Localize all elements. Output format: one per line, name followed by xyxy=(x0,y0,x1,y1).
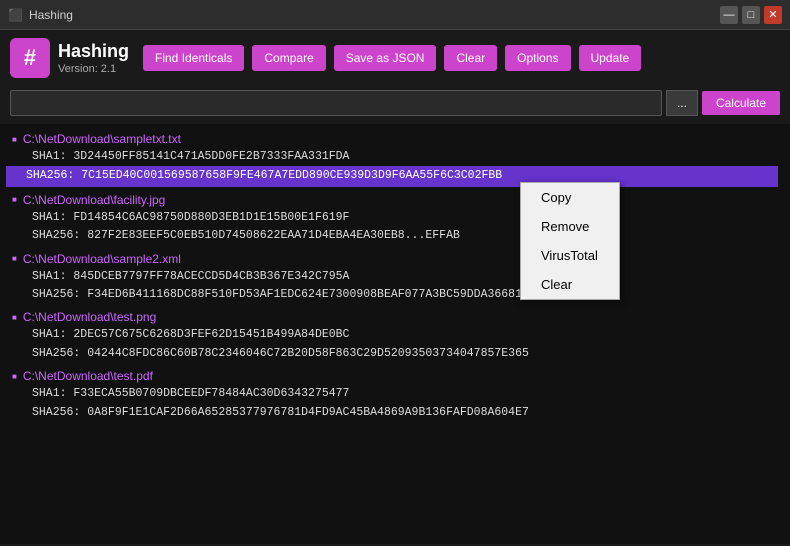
close-button[interactable]: ✕ xyxy=(764,6,782,24)
maximize-button[interactable]: □ xyxy=(742,6,760,24)
context-menu-copy[interactable]: Copy xyxy=(521,183,619,212)
update-button[interactable]: Update xyxy=(579,45,642,71)
browse-button[interactable]: ... xyxy=(666,90,698,116)
logo-area: # Hashing Version: 2.1 xyxy=(10,38,129,78)
clear-button[interactable]: Clear xyxy=(444,45,497,71)
file-path-0: C:\NetDownload\sampletxt.txt xyxy=(12,132,778,146)
sha256-0[interactable]: SHA256: 7C15ED40C001569587658F9FE467A7ED… xyxy=(6,166,778,186)
header: # Hashing Version: 2.1 Find Identicals C… xyxy=(0,30,790,86)
file-path-3: C:\NetDownload\test.png xyxy=(12,310,778,324)
file-path-2: C:\NetDownload\sample2.xml xyxy=(12,252,778,266)
sha256-1: SHA256: 827F2E83EEF5C0EB510D74508622EAA7… xyxy=(12,227,778,245)
context-menu-virustotal[interactable]: VirusTotal xyxy=(521,241,619,270)
options-button[interactable]: Options xyxy=(505,45,570,71)
sha1-0: SHA1: 3D24450FF85141C471A5DD0FE2B7333FAA… xyxy=(12,148,778,166)
find-identicals-button[interactable]: Find Identicals xyxy=(143,45,244,71)
content-area: C:\NetDownload\sampletxt.txt SHA1: 3D244… xyxy=(0,124,790,544)
calculate-button[interactable]: Calculate xyxy=(702,91,780,115)
app-info: Hashing Version: 2.1 xyxy=(58,41,129,75)
title-bar-controls: — □ ✕ xyxy=(720,6,782,24)
sha1-2: SHA1: 845DCEB7797FF78ACECCD5D4CB3B367E34… xyxy=(12,268,778,286)
title-bar-title: ⬛ Hashing xyxy=(8,8,73,22)
context-menu-remove[interactable]: Remove xyxy=(521,212,619,241)
file-entry-4: C:\NetDownload\test.pdf SHA1: F33ECA55B0… xyxy=(12,369,778,422)
context-menu: Copy Remove VirusTotal Clear xyxy=(520,182,620,300)
app-version: Version: 2.1 xyxy=(58,63,129,75)
sha256-3: SHA256: 04244C8FDC86C60B78C2346046C72B20… xyxy=(12,345,778,363)
file-entry-3: C:\NetDownload\test.png SHA1: 2DEC57C675… xyxy=(12,310,778,363)
sha1-1: SHA1: FD14854C6AC98750D880D3EB1D1E15B00E… xyxy=(12,209,778,227)
search-input[interactable] xyxy=(10,90,662,116)
file-entry-2: C:\NetDownload\sample2.xml SHA1: 845DCEB… xyxy=(12,252,778,305)
context-menu-clear[interactable]: Clear xyxy=(521,270,619,299)
minimize-button[interactable]: — xyxy=(720,6,738,24)
file-path-1: C:\NetDownload\facility.jpg xyxy=(12,193,778,207)
compare-button[interactable]: Compare xyxy=(252,45,325,71)
search-row: ... Calculate xyxy=(0,86,790,124)
window-title: Hashing xyxy=(29,8,73,22)
title-bar-icon: ⬛ xyxy=(8,8,23,22)
sha1-4: SHA1: F33ECA55B0709DBCEEDF78484AC30D6343… xyxy=(12,385,778,403)
title-bar: ⬛ Hashing — □ ✕ xyxy=(0,0,790,30)
file-entry-0: C:\NetDownload\sampletxt.txt SHA1: 3D244… xyxy=(12,132,778,187)
save-as-json-button[interactable]: Save as JSON xyxy=(334,45,437,71)
sha1-3: SHA1: 2DEC57C675C6268D3FEF62D15451B499A8… xyxy=(12,326,778,344)
app-logo: # xyxy=(10,38,50,78)
sha256-4: SHA256: 0A8F9F1E1CAF2D66A65285377976781D… xyxy=(12,404,778,422)
file-entry-1: C:\NetDownload\facility.jpg SHA1: FD1485… xyxy=(12,193,778,246)
sha256-2: SHA256: F34ED6B411168DC88F510FD53AF1EDC6… xyxy=(12,286,778,304)
file-path-4: C:\NetDownload\test.pdf xyxy=(12,369,778,383)
app-name: Hashing xyxy=(58,41,129,63)
